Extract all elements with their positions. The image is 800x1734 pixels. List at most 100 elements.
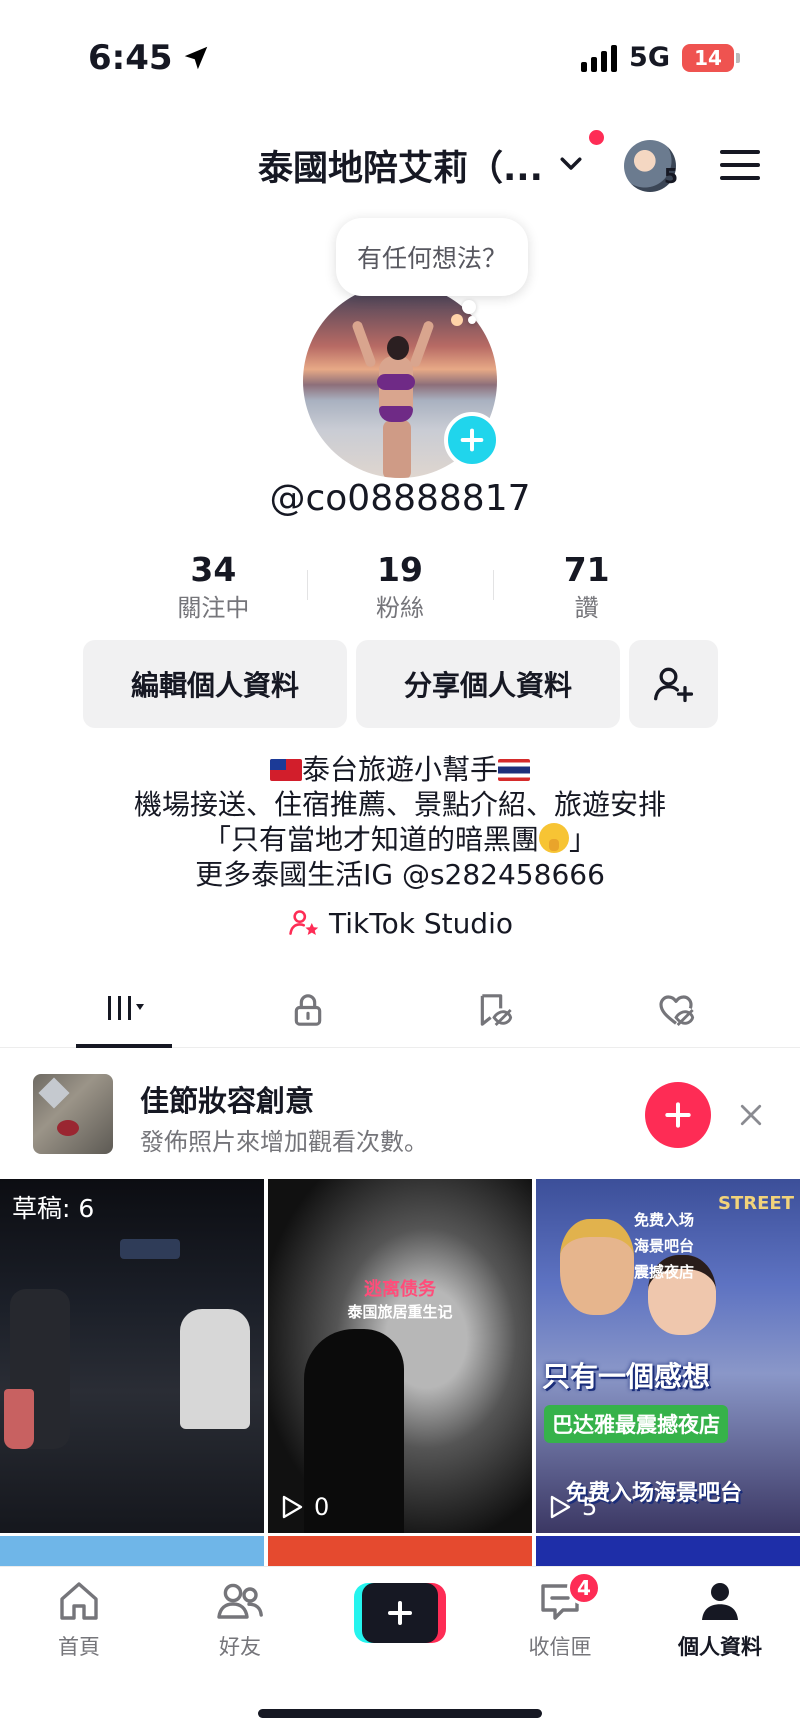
- creator-star-icon: [289, 910, 319, 936]
- friends-icon: [217, 1583, 263, 1619]
- stat-value: 19: [377, 550, 423, 589]
- video-title-overlay: 逃离债务: [364, 1279, 436, 1300]
- share-profile-button[interactable]: 分享個人資料: [356, 640, 620, 728]
- time-text: 6:45: [88, 38, 173, 78]
- add-user-icon: [653, 667, 693, 703]
- bio-line-3-text: 「只有當地才知道的暗黑團: [202, 823, 539, 856]
- studio-label: TikTok Studio: [328, 906, 513, 940]
- profile-bio: 泰台旅遊小幫手 機場接送、住宿推薦、景點介紹、旅遊安排 「只有當地才知道的暗黑團…: [0, 752, 800, 892]
- video-tile[interactable]: [0, 1536, 264, 1566]
- profile-username: @co08888817: [269, 478, 531, 519]
- status-time: 6:45: [88, 38, 211, 78]
- chevron-down-icon[interactable]: [556, 148, 586, 178]
- banner-thumbnail: [33, 1074, 113, 1154]
- nav-friends-label: 好友: [219, 1635, 261, 1659]
- video-tile[interactable]: STREET 免费入场 海景吧台 震撼夜店 只有一個感想 巴达雅最震撼夜店 免费…: [536, 1179, 800, 1533]
- battery-level: 14: [694, 45, 722, 70]
- plus-icon: [388, 1601, 412, 1625]
- video-grid: 草稿: 6 逃离债务 泰国旅居重生记 0 STREET 免费入场 海景吧台 震撼…: [0, 1179, 800, 1533]
- followers-stat[interactable]: 19 粉絲: [306, 548, 494, 628]
- menu-icon[interactable]: [720, 148, 760, 182]
- tiktok-studio-link[interactable]: TikTok Studio: [0, 906, 800, 940]
- bio-line-3-end: 」: [569, 823, 598, 856]
- view-count: 0: [280, 1493, 329, 1521]
- network-type: 5G: [629, 42, 670, 73]
- bubble-tail-small: [468, 316, 476, 324]
- bookmark-hidden-icon: [480, 994, 513, 1027]
- street-sign-text: STREET: [718, 1193, 794, 1214]
- profile-stats: 34 關注中 19 粉絲 71 讚: [120, 548, 680, 628]
- video-grid-row-2: [0, 1536, 800, 1566]
- bio-line-1: 泰台旅遊小幫手: [0, 752, 800, 787]
- stat-label: 粉絲: [376, 594, 424, 622]
- heart-hidden-icon: [659, 995, 695, 1027]
- video-subtitle-overlay: 泰国旅居重生记: [347, 1303, 453, 1321]
- banner-add-button[interactable]: [645, 1082, 711, 1148]
- bio-line-2: 機場接送、住宿推薦、景點介紹、旅遊安排: [133, 788, 666, 821]
- profile-actions: 編輯個人資料 分享個人資料: [83, 640, 718, 728]
- thailand-flag-icon: [498, 759, 530, 781]
- account-switcher-name[interactable]: 泰國地陪艾莉（...: [258, 140, 543, 191]
- bio-line-1-text: 泰台旅遊小幫手: [301, 753, 498, 786]
- add-friends-button[interactable]: [629, 640, 718, 728]
- video-tags: 免费入场 海景吧台 震撼夜店: [634, 1207, 694, 1285]
- status-indicators: 5G 14: [581, 42, 740, 73]
- following-stat[interactable]: 34 關注中: [120, 548, 307, 628]
- likes-stat[interactable]: 71 讚: [493, 548, 680, 628]
- stat-value: 34: [190, 550, 237, 589]
- tab-videos[interactable]: [76, 972, 172, 1048]
- lock-icon: [294, 994, 322, 1026]
- shushing-face-icon: [539, 823, 569, 853]
- video-tag: 震撼夜店: [634, 1263, 695, 1281]
- plus-icon: [665, 1102, 691, 1128]
- tab-liked[interactable]: [636, 972, 716, 1048]
- banner-subtitle: 發佈照片來增加觀看次數。: [140, 1128, 428, 1156]
- top-navigation: 泰國地陪艾莉（... 5: [0, 130, 800, 200]
- nav-friends[interactable]: 好友: [185, 1577, 295, 1677]
- play-icon: [550, 1495, 571, 1519]
- bottom-navigation: 首頁 好友 收信匣 4 個人資料: [0, 1566, 800, 1734]
- content-tabs: [0, 972, 800, 1048]
- view-count-value: 5: [582, 1493, 598, 1521]
- video-tile[interactable]: [268, 1536, 532, 1566]
- drafts-tile[interactable]: 草稿: 6: [0, 1179, 264, 1533]
- switch-account-count: 5: [664, 164, 678, 188]
- video-tag: 海景吧台: [634, 1237, 695, 1255]
- plus-icon: [460, 428, 484, 452]
- stat-value: 71: [563, 550, 610, 589]
- nav-profile-label: 個人資料: [678, 1635, 762, 1659]
- video-tile[interactable]: 逃离债务 泰国旅居重生记 0: [268, 1179, 532, 1533]
- grid-dropdown-icon: [108, 996, 144, 1020]
- profile-icon: [702, 1583, 738, 1620]
- notification-dot: [589, 130, 604, 145]
- home-icon: [60, 1582, 98, 1620]
- thoughts-bubble[interactable]: 有任何想法？: [336, 218, 528, 296]
- stat-label: 讚: [574, 594, 599, 622]
- location-arrow-icon: [184, 46, 207, 70]
- banner-title: 佳節妝容創意: [140, 1084, 315, 1118]
- view-count-value: 0: [314, 1493, 330, 1521]
- bio-line-4: 更多泰國生活IG @s282458666: [195, 858, 605, 891]
- view-count: 5: [548, 1493, 597, 1521]
- play-icon: [282, 1495, 303, 1519]
- bio-line-3: 「只有當地才知道的暗黑團」: [0, 822, 800, 857]
- nav-profile[interactable]: 個人資料: [665, 1577, 775, 1677]
- add-avatar-button[interactable]: [444, 412, 500, 468]
- video-tag: 免费入场: [634, 1211, 695, 1229]
- tab-private[interactable]: [268, 972, 348, 1048]
- battery-icon: 14: [682, 43, 740, 72]
- signal-icon: [581, 44, 618, 72]
- create-button[interactable]: [354, 1583, 446, 1643]
- stat-label: 關注中: [177, 594, 250, 622]
- video-headline: 只有一個感想: [542, 1360, 711, 1393]
- status-bar: 6:45 5G 14: [0, 0, 800, 110]
- video-tile[interactable]: [536, 1536, 800, 1566]
- close-icon[interactable]: [736, 1100, 766, 1130]
- nav-inbox[interactable]: 收信匣 4: [505, 1571, 615, 1677]
- tab-reposts[interactable]: [454, 972, 534, 1048]
- holiday-makeup-banner[interactable]: 佳節妝容創意 發佈照片來增加觀看次數。: [0, 1048, 800, 1178]
- taiwan-flag-icon: [269, 759, 302, 781]
- inbox-badge: 4: [567, 1571, 601, 1605]
- edit-profile-button[interactable]: 編輯個人資料: [83, 640, 347, 728]
- nav-home[interactable]: 首頁: [24, 1577, 134, 1677]
